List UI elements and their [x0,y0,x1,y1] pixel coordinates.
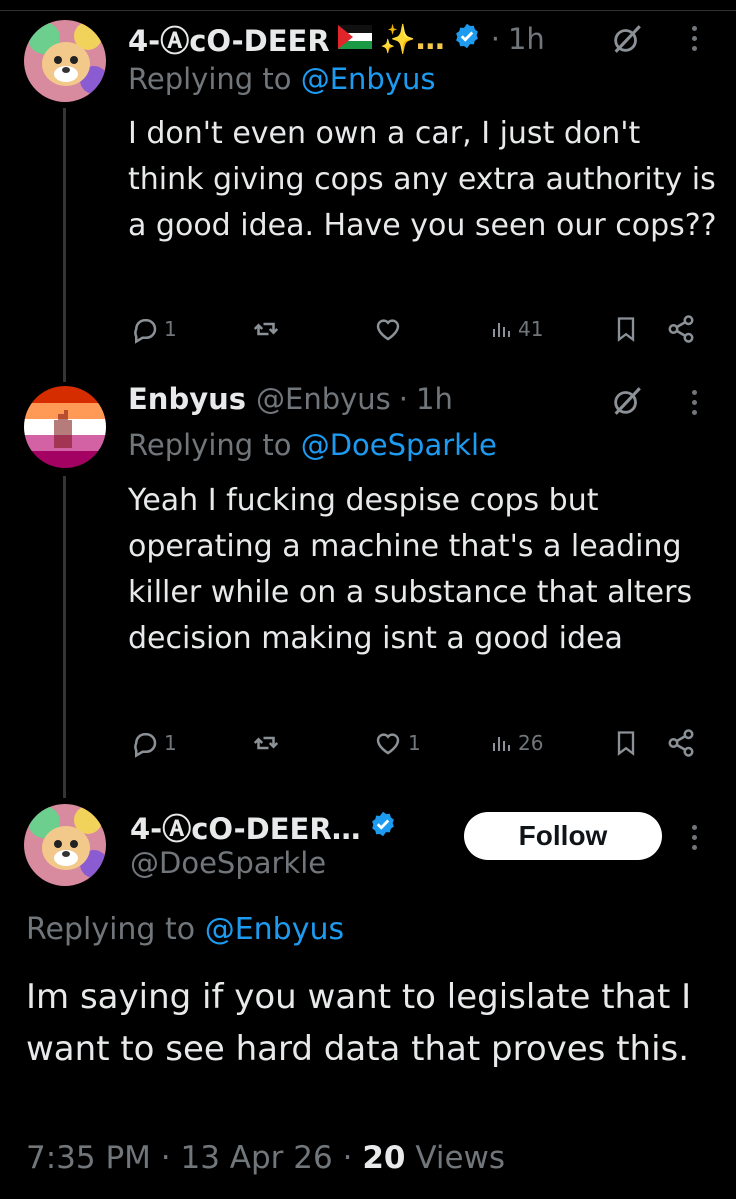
views-icon [493,323,510,337]
dot-separator: · [160,1140,171,1176]
views-count: 20 [362,1140,406,1176]
post-time[interactable]: 7:35 PM [26,1140,151,1176]
replying-to-handle[interactable]: @DoeSparkle [301,428,497,462]
views-count: 26 [518,731,544,755]
thread-line [63,476,66,798]
more-options-icon[interactable] [692,26,698,56]
repost-icon [253,322,279,336]
post-date[interactable]: 13 Apr 26 [181,1140,333,1176]
tweet-text: Im saying if you want to legislate that … [26,977,692,1069]
timestamp[interactable]: 1h [508,22,545,56]
views-count: 41 [518,317,544,341]
name-emoji: ✨… [379,21,445,56]
like-count: 1 [408,731,421,755]
verified-badge-icon [453,22,481,57]
follow-button[interactable]: Follow [464,812,662,860]
like-button[interactable] [372,314,408,344]
repost-icon [253,736,279,750]
more-options-icon[interactable] [692,390,698,420]
top-divider [0,10,736,11]
bookmark-icon [617,731,635,756]
views-button[interactable]: 41 [490,314,543,344]
tweet-meta: 7:35 PM · 13 Apr 26 · 20 Views [26,1140,505,1176]
like-button[interactable]: 1 [372,728,421,758]
avatar[interactable] [24,804,106,886]
views-icon [493,737,510,751]
display-name[interactable]: 4-ⒶcO-DEER [128,18,330,60]
timestamp[interactable]: 1h [416,382,453,416]
grok-icon[interactable] [610,22,644,60]
repost-button[interactable] [250,314,286,344]
bookmark-button[interactable] [612,314,640,344]
dot-separator: · [342,1140,353,1176]
replying-to-label: Replying to [26,912,196,947]
verified-badge-icon [369,810,397,845]
reply-icon [134,733,157,758]
more-options-icon[interactable] [692,825,698,855]
reply-count: 1 [164,317,177,341]
views-label: Views [415,1140,506,1176]
repost-button[interactable] [250,728,286,758]
display-name[interactable]: 4-ⒶcO-DEER… [130,806,361,848]
views-button[interactable]: 26 [490,728,543,758]
reply-icon [134,319,157,344]
replying-to-label: Replying to [128,62,292,96]
replying-to-handle[interactable]: @Enbyus [205,912,344,947]
tweet-text: Yeah I fucking despise cops but operatin… [128,483,693,656]
handle[interactable]: @Enbyus [256,382,391,416]
bookmark-icon [617,317,635,342]
bookmark-button[interactable] [612,728,640,758]
thread-line [63,108,66,382]
share-button[interactable] [666,314,696,344]
grok-icon[interactable] [610,384,644,422]
handle[interactable]: @DoeSparkle [130,846,326,880]
share-icon [668,729,694,757]
replying-to-label: Replying to [128,428,292,462]
avatar[interactable] [24,386,106,468]
replying-to-handle[interactable]: @Enbyus [301,62,436,96]
dot-separator: · [398,382,409,416]
heart-icon [376,733,400,755]
dot-separator: · [490,22,500,56]
reply-button[interactable]: 1 [130,728,177,758]
avatar[interactable] [24,20,106,102]
share-icon [668,315,694,343]
reply-count: 1 [164,731,177,755]
reply-button[interactable]: 1 [130,314,177,344]
display-name[interactable]: Enbyus [128,382,246,416]
heart-icon [376,319,400,341]
tweet-text: I don't even own a car, I just don't thi… [128,116,717,243]
palestine-flag-icon [337,22,372,56]
share-button[interactable] [666,728,696,758]
